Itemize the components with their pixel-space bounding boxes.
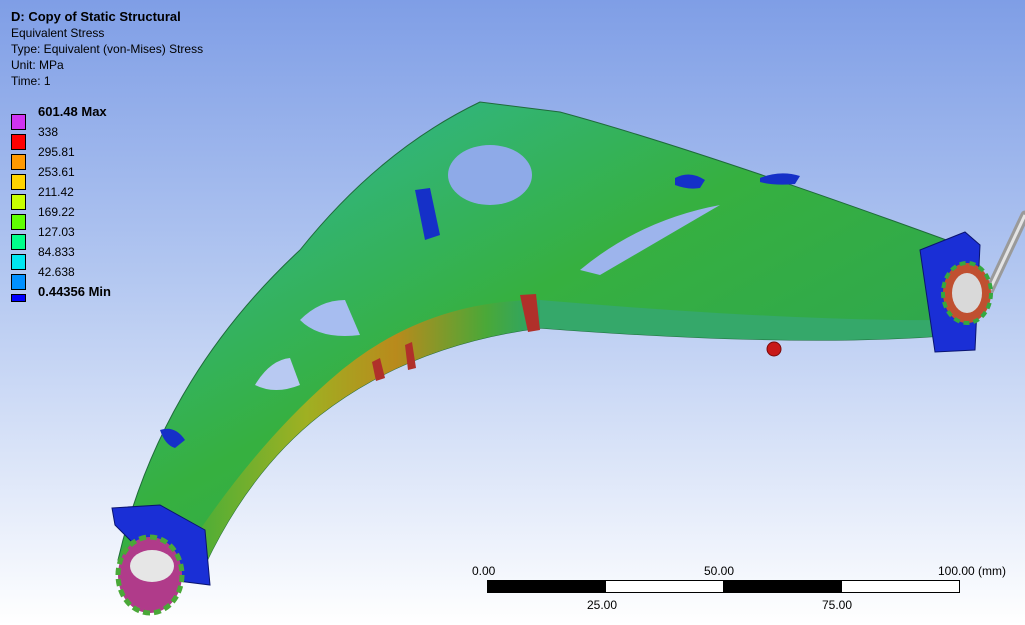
graphics-viewport[interactable]: D: Copy of Static Structural Equivalent … [0,0,1025,625]
scale-segment [841,580,960,593]
right-bushing-hole [952,273,982,313]
scale-segment [487,580,606,593]
scale-label-50: 50.00 [704,564,735,578]
scale-label-75: 75.00 [822,598,853,612]
scale-label-0: 0.00 [472,564,496,578]
scale-label-25: 25.00 [587,598,618,612]
arm-opening [448,145,532,205]
probe-marker[interactable] [766,341,782,357]
control-arm-model[interactable] [0,0,1025,625]
left-bushing-hole [130,550,174,582]
scale-label-100: 100.00 (mm) [938,564,1007,578]
scale-segment [723,580,842,593]
scale-segment [605,580,724,593]
scale-bar: 0.00 50.00 100.00 (mm) 25.00 75.00 [470,564,1020,624]
low-stress-patch [760,173,800,185]
